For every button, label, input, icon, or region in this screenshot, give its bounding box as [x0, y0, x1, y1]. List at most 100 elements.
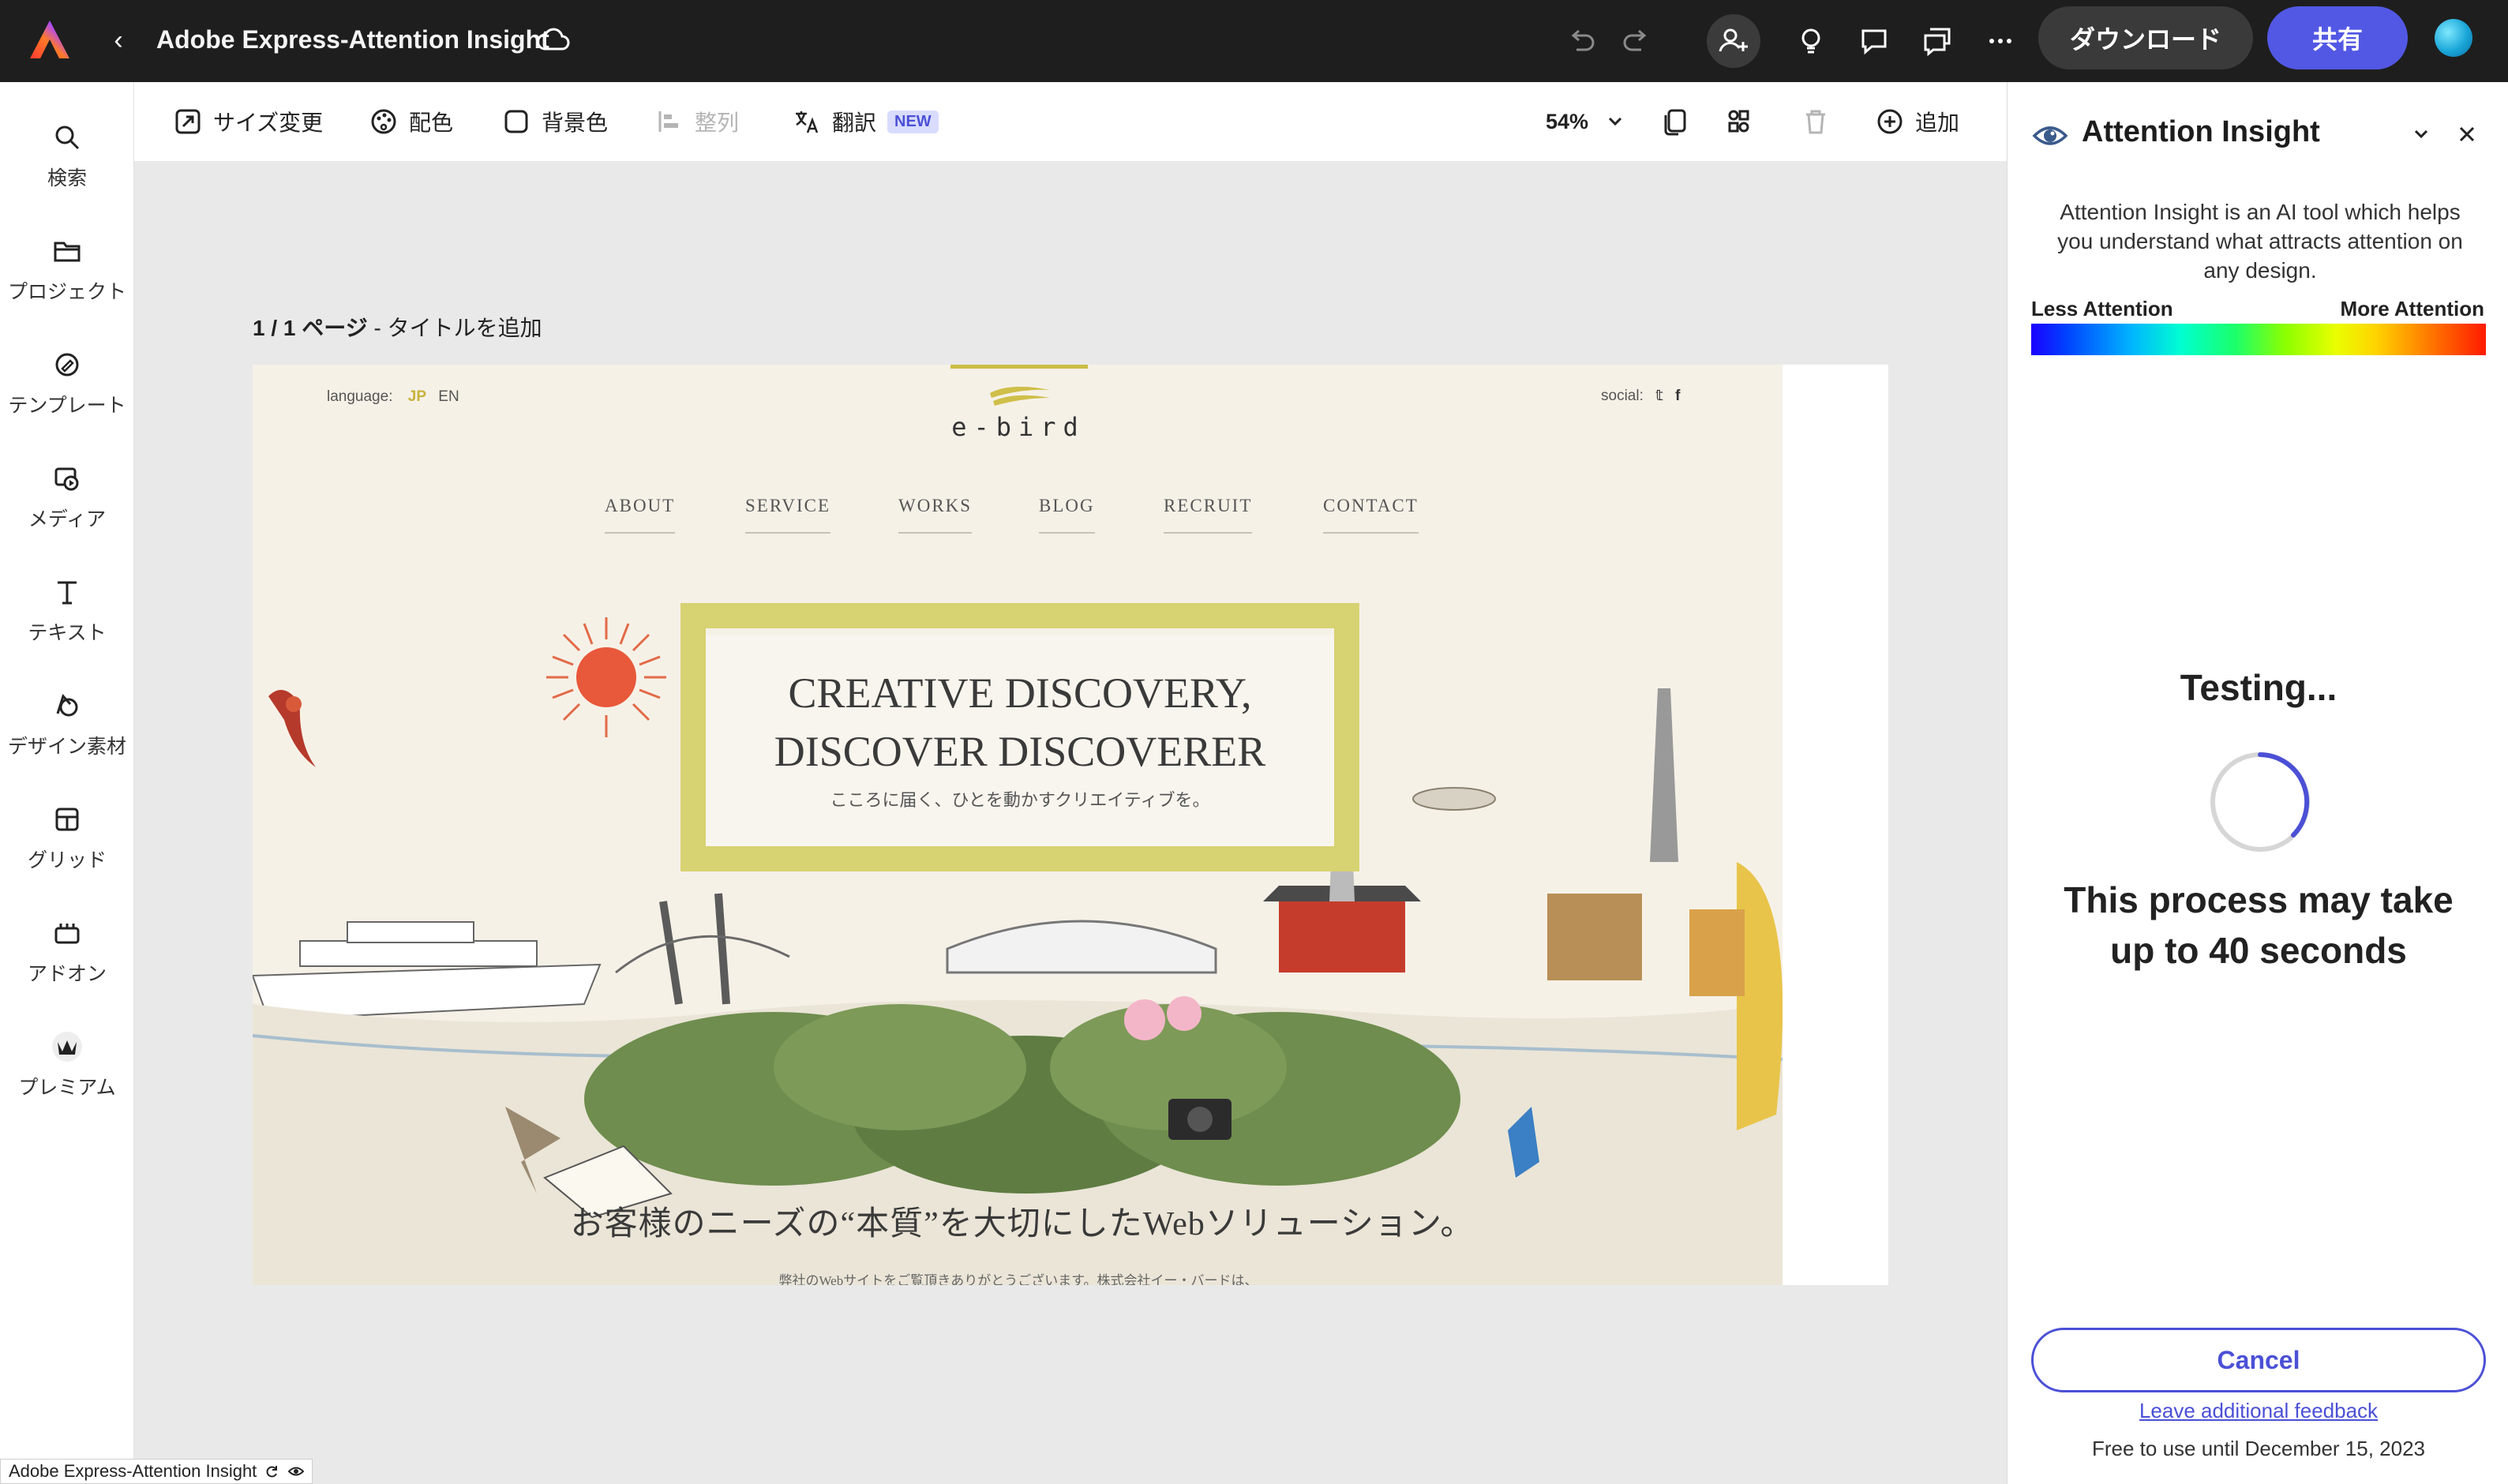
feedback-link[interactable]: Leave additional feedback: [2031, 1399, 2486, 1423]
rail-item-design-assets[interactable]: デザイン素材: [0, 680, 134, 775]
rail-label: 検索: [47, 167, 87, 189]
plus-circle-icon: [1877, 109, 1903, 134]
taipei-tower-icon: [1650, 688, 1678, 862]
addon-icon: [54, 924, 80, 944]
less-attention-label: Less Attention: [2031, 297, 2173, 320]
left-rail: 検索 プロジェクト テンプレート メディア テキスト デザイン素材 グリッド ア…: [0, 82, 134, 1484]
media-icon: [54, 467, 79, 491]
addon-status-tab[interactable]: Adobe Express-Attention Insight: [0, 1459, 313, 1484]
page-count: 1 / 1 ページ: [253, 316, 368, 340]
rail-item-addons[interactable]: アドオン: [0, 908, 134, 1002]
rail-label: デザイン素材: [7, 736, 126, 758]
cloud-sync-icon[interactable]: [534, 22, 572, 57]
zoom-dropdown[interactable]: 54%: [1546, 101, 1625, 142]
rail-label: テキスト: [28, 622, 107, 644]
lightbulb-icon[interactable]: [1790, 21, 1831, 62]
cancel-button[interactable]: Cancel: [2031, 1328, 2486, 1392]
rail-item-media[interactable]: メディア: [0, 453, 134, 548]
color-theme-label: 配色: [409, 111, 454, 135]
background-square-icon: [504, 110, 528, 133]
facebook-icon: f: [1675, 388, 1681, 404]
rail-item-search[interactable]: 検索: [0, 112, 134, 207]
translate-button[interactable]: 翻訳 NEW: [793, 101, 939, 142]
add-page-button[interactable]: 追加: [1876, 101, 1959, 142]
panel-title: Attention Insight: [2082, 115, 2320, 148]
site-intro-text: 弊社のWebサイトをご覧頂きありがとうございます。株式会社イー・バードは、: [778, 1273, 1258, 1285]
site-nav-blog: BLOG: [1039, 496, 1095, 534]
more-options-icon[interactable]: [1980, 21, 2021, 62]
close-icon[interactable]: [2451, 118, 2483, 150]
process-duration-note: This process may take up to 40 seconds: [2064, 879, 2454, 971]
present-icon[interactable]: [1917, 21, 1958, 62]
panel-description: Attention Insight is an AI tool which he…: [2057, 200, 2463, 283]
design-artboard[interactable]: language: JP EN social: 𝕥 f e-bird ABOUT…: [253, 365, 1888, 1285]
back-chevron-icon[interactable]: ‹: [103, 21, 134, 60]
free-usage-note: Free to use until December 15, 2023: [2091, 1437, 2426, 1460]
trash-icon: [1806, 110, 1825, 134]
page-label[interactable]: 1 / 1 ページ - タイトルを追加: [253, 311, 542, 343]
download-button[interactable]: ダウンロード: [2038, 6, 2253, 69]
grid-icon: [55, 808, 79, 831]
search-icon: [55, 126, 80, 150]
user-avatar[interactable]: [2435, 19, 2472, 57]
attention-insight-panel: Attention Insight Attention Insight is a…: [2007, 82, 2508, 1484]
resize-label: サイズ変更: [213, 111, 324, 135]
layers-button[interactable]: [1724, 101, 1753, 142]
loading-spinner-icon: [2210, 752, 2310, 852]
stadium-icon: [946, 920, 1217, 974]
attention-heatmap-legend: [2031, 324, 2486, 355]
bird-wave-logo-icon: [990, 386, 1050, 406]
social-links: social: 𝕥 f: [1601, 388, 1681, 404]
site-nav-contact: CONTACT: [1323, 496, 1419, 534]
site-nav-recruit: RECRUIT: [1164, 496, 1253, 534]
collapse-chevron-icon[interactable]: [2405, 118, 2437, 150]
site-logo: e-bird: [951, 412, 1085, 442]
lang-jp: JP: [407, 388, 426, 405]
add-page-label: 追加: [1915, 111, 1960, 135]
comment-icon[interactable]: [1854, 21, 1895, 62]
align-label: 整列: [695, 111, 740, 135]
rail-item-templates[interactable]: テンプレート: [0, 339, 134, 434]
testing-status: Testing...: [2180, 667, 2337, 708]
new-badge: NEW: [887, 110, 939, 133]
asian-buildings: [1547, 894, 1745, 996]
background-color-button[interactable]: 背景色: [502, 101, 608, 142]
adobe-express-logo[interactable]: [27, 17, 73, 63]
duplicate-page-button[interactable]: [1661, 101, 1689, 142]
resize-button[interactable]: サイズ変更: [174, 101, 323, 142]
rail-item-grid[interactable]: グリッド: [0, 794, 134, 889]
color-theme-button[interactable]: 配色: [369, 101, 453, 142]
rail-item-text[interactable]: テキスト: [0, 567, 134, 661]
rail-label: アドオン: [27, 963, 107, 985]
hero-heading-line1: CREATIVE DISCOVERY,: [788, 669, 1252, 717]
page-title[interactable]: - タイトルを追加: [373, 316, 542, 340]
rail-item-premium[interactable]: プレミアム: [0, 1021, 134, 1116]
eye-icon[interactable]: [288, 1463, 305, 1479]
align-button[interactable]: 整列: [655, 101, 739, 142]
bridge-icon: [615, 893, 790, 1005]
redo-icon[interactable]: [1615, 21, 1656, 62]
duplicate-icon: [1664, 109, 1686, 136]
share-button[interactable]: 共有: [2267, 6, 2408, 69]
translate-label: 翻訳: [832, 111, 877, 135]
hero-heading-line2: DISCOVER DISCOVERER: [774, 728, 1266, 775]
site-nav-service: SERVICE: [745, 496, 830, 534]
document-title[interactable]: Adobe Express-Attention Insight: [156, 22, 549, 57]
undo-icon[interactable]: [1561, 21, 1603, 62]
rail-label: プレミアム: [18, 1077, 116, 1099]
refresh-icon[interactable]: [264, 1463, 280, 1479]
shapes-icon: [56, 694, 78, 717]
resize-icon: [175, 109, 201, 134]
site-nav-works: WORKS: [898, 496, 973, 534]
website-design-image: language: JP EN social: 𝕥 f e-bird ABOUT…: [253, 365, 1783, 1285]
invite-user-icon[interactable]: [1707, 14, 1760, 68]
logo-top-bar: [950, 365, 1088, 369]
camera-icon: [1168, 1099, 1232, 1140]
site-nav-about: ABOUT: [605, 496, 676, 534]
template-icon: [55, 353, 79, 377]
background-color-label: 背景色: [542, 111, 609, 135]
eye-icon: [2032, 126, 2068, 145]
delete-button[interactable]: [1801, 101, 1830, 142]
rail-item-projects[interactable]: プロジェクト: [0, 226, 134, 320]
layers-icon: [1728, 110, 1749, 133]
